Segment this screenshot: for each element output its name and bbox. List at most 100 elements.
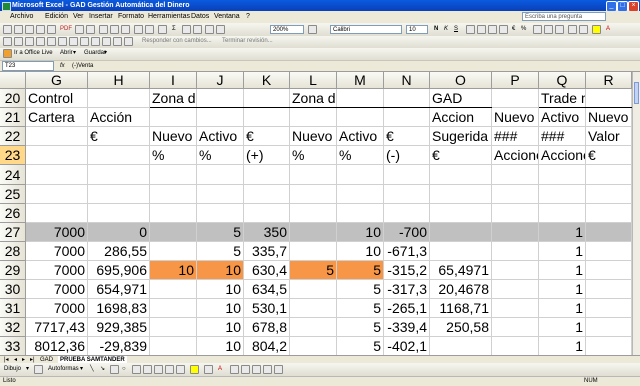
cell-h31[interactable]: 1698,83 — [88, 299, 150, 318]
review-icon-12[interactable] — [124, 37, 133, 46]
cell-k29[interactable]: 630,4 — [244, 261, 290, 280]
autoshapes-menu-button[interactable]: Autoformas — [48, 365, 79, 374]
cell-n33[interactable]: -402,1 — [384, 337, 430, 355]
cell-r30[interactable] — [586, 280, 632, 299]
cell-j27[interactable]: 5 — [197, 223, 244, 242]
cell-l32[interactable] — [290, 318, 337, 337]
cell-h27[interactable]: 0 — [88, 223, 150, 242]
diagram-icon[interactable] — [154, 365, 163, 374]
line-icon[interactable]: ╲ — [90, 365, 94, 374]
cell-o24[interactable] — [430, 165, 492, 185]
cell-l30[interactable] — [290, 280, 337, 299]
cell-m20[interactable] — [337, 89, 384, 108]
cell-p30[interactable] — [492, 280, 539, 299]
permission-icon[interactable] — [36, 25, 45, 34]
cell-o22[interactable]: Sugerida — [430, 127, 492, 146]
cell-r28[interactable] — [586, 242, 632, 261]
cell-i27[interactable] — [150, 223, 197, 242]
menu-datos[interactable]: Datos — [191, 11, 209, 23]
cell-i30[interactable] — [150, 280, 197, 299]
cell-j31[interactable]: 10 — [197, 299, 244, 318]
cell-n22[interactable]: € — [384, 127, 430, 146]
cell-r29[interactable] — [586, 261, 632, 280]
cell-l24[interactable] — [290, 165, 337, 185]
sort-asc-icon[interactable] — [182, 25, 191, 34]
menu-help[interactable]: ? — [246, 11, 250, 23]
wordart-icon[interactable] — [143, 365, 152, 374]
cell-r21[interactable]: Nuevo — [586, 108, 632, 127]
cell-n24[interactable] — [384, 165, 430, 185]
cell-q31[interactable]: 1 — [539, 299, 586, 318]
draw-fill-color-icon[interactable] — [190, 365, 199, 374]
row-header[interactable]: 20 — [0, 89, 26, 108]
row-header[interactable]: 21 — [0, 108, 26, 127]
cell-k24[interactable] — [244, 165, 290, 185]
new-icon[interactable] — [3, 25, 12, 34]
underline-icon[interactable]: S — [454, 25, 458, 34]
cell-j29[interactable]: 10 — [197, 261, 244, 280]
line-style-icon[interactable] — [230, 365, 239, 374]
cell-l25[interactable] — [290, 185, 337, 204]
cell-h28[interactable]: 286,55 — [88, 242, 150, 261]
cell-l29[interactable]: 5 — [290, 261, 337, 280]
column-header-n[interactable]: N — [384, 72, 430, 89]
cell-m28[interactable]: 10 — [337, 242, 384, 261]
zoom-select[interactable]: 200% — [270, 25, 304, 34]
cell-j25[interactable] — [197, 185, 244, 204]
fx-icon[interactable]: fx — [60, 61, 65, 71]
cell-n32[interactable]: -339,4 — [384, 318, 430, 337]
row-header[interactable]: 23 — [0, 146, 26, 165]
row-header[interactable]: 24 — [0, 165, 26, 185]
cell-j22[interactable]: Activo — [197, 127, 244, 146]
cell-p32[interactable] — [492, 318, 539, 337]
cell-j21[interactable] — [197, 108, 244, 127]
cell-i20[interactable]: Zona de compra — [150, 89, 197, 108]
cell-g27[interactable]: 7000 — [26, 223, 88, 242]
cell-j28[interactable]: 5 — [197, 242, 244, 261]
undo-icon[interactable] — [134, 25, 143, 34]
align-right-icon[interactable] — [488, 25, 497, 34]
cell-o29[interactable]: 65,4971 — [430, 261, 492, 280]
cell-n21[interactable] — [384, 108, 430, 127]
cell-q25[interactable] — [539, 185, 586, 204]
review-icon-5[interactable] — [47, 37, 56, 46]
row-header[interactable]: 27 — [0, 223, 26, 242]
cell-g26[interactable] — [26, 204, 88, 223]
help-icon[interactable] — [308, 25, 317, 34]
name-box[interactable]: T23 — [2, 61, 54, 71]
end-review-button[interactable]: Terminar revisión... — [222, 37, 273, 46]
column-header-o[interactable]: O — [430, 72, 492, 89]
cell-h30[interactable]: 654,971 — [88, 280, 150, 299]
cell-i32[interactable] — [150, 318, 197, 337]
cell-j30[interactable]: 10 — [197, 280, 244, 299]
cell-n20[interactable] — [384, 89, 430, 108]
cell-m30[interactable]: 5 — [337, 280, 384, 299]
scrollbar-thumb[interactable] — [634, 82, 639, 104]
draw-dropdown-icon[interactable]: ▾ — [26, 365, 29, 374]
preview-icon[interactable] — [75, 25, 84, 34]
respond-with-changes-button[interactable]: Responder con cambios... — [142, 37, 212, 46]
percent-icon[interactable]: % — [521, 25, 526, 34]
review-icon-10[interactable] — [102, 37, 111, 46]
cell-q30[interactable]: 1 — [539, 280, 586, 299]
row-header[interactable]: 30 — [0, 280, 26, 299]
cell-p26[interactable] — [492, 204, 539, 223]
cell-o30[interactable]: 20,4678 — [430, 280, 492, 299]
cell-m22[interactable]: Activo — [337, 127, 384, 146]
column-header-h[interactable]: H — [88, 72, 150, 89]
cell-q27[interactable]: 1 — [539, 223, 586, 242]
draw-font-color-icon[interactable]: A — [218, 365, 222, 374]
select-all-corner[interactable] — [0, 72, 26, 89]
cell-k20[interactable] — [244, 89, 290, 108]
review-icon-3[interactable] — [25, 37, 34, 46]
cell-q20[interactable]: Trade mínimo — [539, 89, 586, 108]
line-color-icon[interactable] — [204, 365, 213, 374]
help-search-input[interactable]: Escriba una pregunta — [522, 12, 606, 21]
bold-icon[interactable]: N — [434, 25, 438, 34]
align-left-icon[interactable] — [466, 25, 475, 34]
cell-h22[interactable]: € — [88, 127, 150, 146]
cell-q32[interactable]: 1 — [539, 318, 586, 337]
dash-style-icon[interactable] — [241, 365, 250, 374]
textbox-icon[interactable] — [132, 365, 141, 374]
column-header-q[interactable]: Q — [539, 72, 586, 89]
